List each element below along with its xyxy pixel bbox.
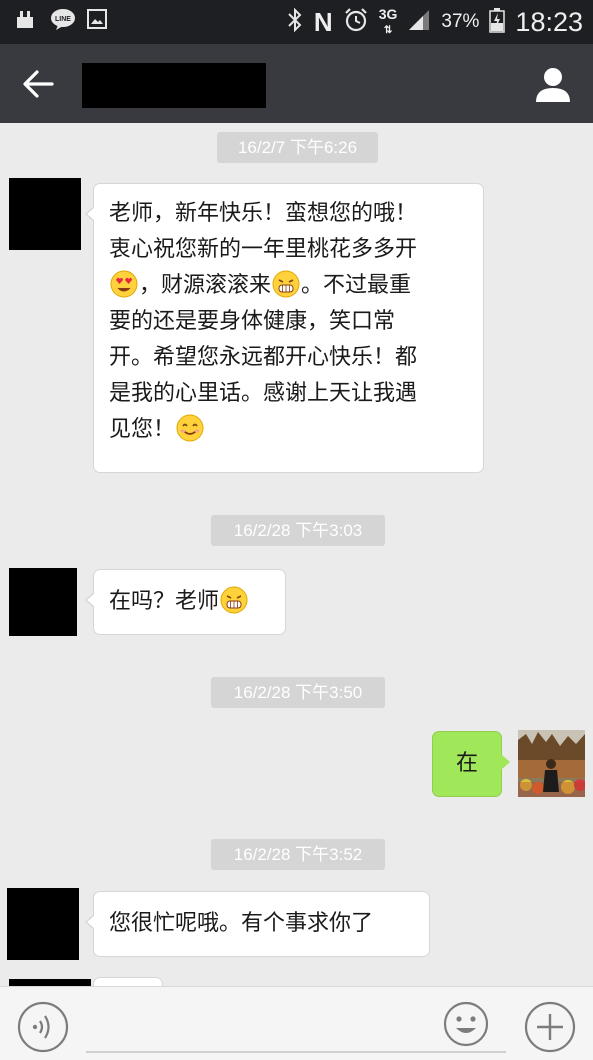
avatar[interactable]: [7, 888, 79, 960]
avatar[interactable]: [9, 178, 81, 250]
more-button[interactable]: [524, 1001, 576, 1053]
svg-text:LINE: LINE: [55, 16, 71, 23]
plus-icon: [524, 1001, 576, 1053]
message-text: ，财源滚滚来: [139, 273, 272, 298]
timestamp: 16/2/7 下午6:26: [217, 132, 378, 163]
message-text: 。不过最重: [301, 273, 412, 298]
avatar[interactable]: [9, 568, 77, 636]
message-text: 见您！: [109, 417, 176, 442]
voice-button[interactable]: [17, 1001, 69, 1053]
battery-percent: 37%: [441, 11, 480, 32]
message-text: 在: [455, 751, 478, 776]
gallery-icon: [86, 8, 108, 30]
message-text: 老师，新年快乐！蛮想您的哦！: [109, 201, 418, 226]
chat-info-button[interactable]: [531, 62, 575, 106]
message-text: 是我的心里话。感谢上天让我遇: [109, 381, 418, 406]
timestamp: 16/2/28 下午3:52: [211, 839, 385, 870]
message-bubble-sent[interactable]: 在: [432, 731, 510, 797]
message-text: 您很忙呢哦。有个事求你了: [109, 911, 374, 936]
input-bar: [0, 986, 593, 1060]
message-text: 要的还是要身体健康，笑口常: [109, 309, 396, 334]
timestamp: 16/2/28 下午3:03: [211, 515, 385, 546]
signal-icon: [407, 8, 431, 36]
grin-emoji-icon: [272, 270, 300, 298]
person-icon: [536, 68, 570, 102]
line-icon: LINE: [50, 8, 75, 30]
grin-emoji-icon: [220, 586, 248, 614]
avatar[interactable]: [9, 979, 91, 986]
emoji-icon: [443, 1001, 489, 1047]
message-bubble[interactable]: 在吗？老师: [85, 569, 286, 635]
nfc-icon: N: [313, 6, 333, 37]
smile-emoji-icon: [176, 414, 204, 442]
message-bubble[interactable]: [93, 977, 163, 986]
clock: 18:23: [515, 6, 583, 37]
message-bubble[interactable]: 您很忙呢哦。有个事求你了: [85, 891, 430, 957]
message-input[interactable]: [86, 1051, 506, 1053]
chat-header: [0, 44, 593, 123]
network-indicator: 3G ⇅: [378, 5, 398, 36]
battery-icon: [489, 7, 506, 37]
my-avatar[interactable]: [518, 730, 585, 797]
timestamp: 16/2/28 下午3:50: [211, 677, 385, 708]
heart-eyes-emoji-icon: [110, 270, 138, 298]
message-bubble[interactable]: 老师，新年快乐！蛮想您的哦！ 衷心祝您新的一年里桃花多多开 ，财源滚滚来 。不过…: [85, 183, 484, 473]
emoji-button[interactable]: [443, 1001, 489, 1047]
message-text: 在吗？老师: [109, 589, 220, 614]
chat-title-redacted: [82, 63, 266, 108]
arrow-left-icon: [23, 70, 54, 98]
bluetooth-icon: [286, 7, 304, 37]
message-text: 衷心祝您新的一年里桃花多多开: [109, 237, 418, 262]
alarm-icon: [343, 7, 369, 37]
back-button[interactable]: [16, 62, 60, 106]
usb-icon: [14, 8, 36, 30]
message-text: 开。希望您永远都开心快乐！都: [109, 345, 418, 370]
status-bar: LINE N 3G ⇅ 37% 18:23: [0, 0, 593, 44]
message-list[interactable]: 16/2/7 下午6:26 老师，新年快乐！蛮想您的哦！ 衷心祝您新的一年里桃花…: [0, 123, 593, 986]
voice-icon: [17, 1001, 69, 1053]
